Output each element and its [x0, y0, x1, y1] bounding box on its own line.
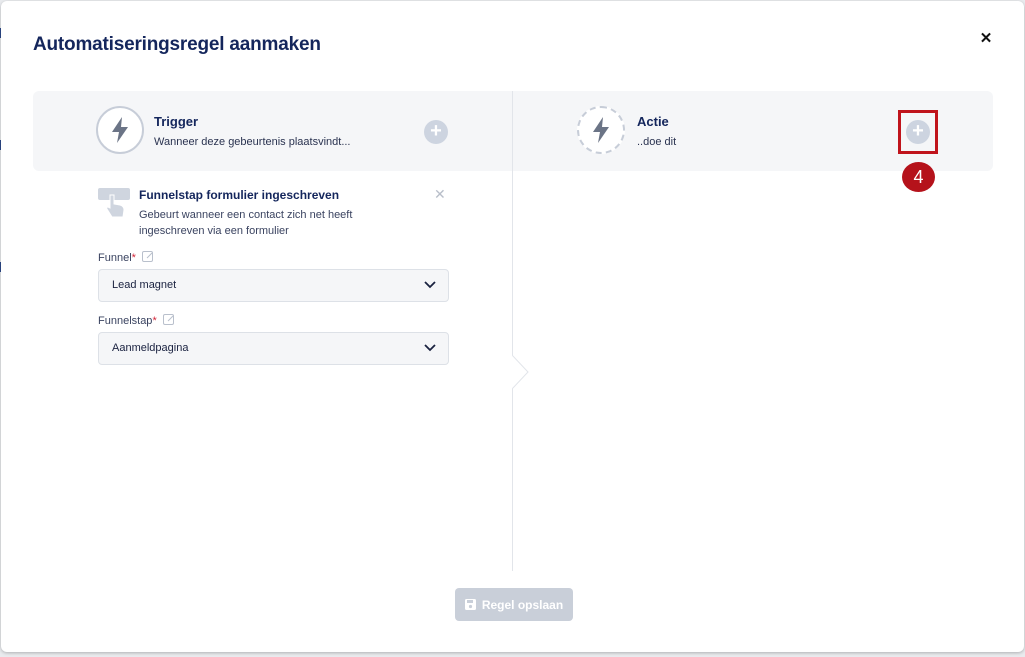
- close-icon: ✕: [979, 30, 993, 47]
- plus-icon: +: [430, 120, 442, 142]
- action-subtitle: ..doe dit: [637, 136, 677, 148]
- remove-trigger-button[interactable]: ✕: [434, 186, 446, 203]
- dialog-title: Automatiseringsregel aanmaken: [33, 34, 321, 55]
- funnelstap-label-text: Funnelstap: [98, 315, 153, 327]
- action-title: Actie: [637, 114, 669, 129]
- automation-rule-dialog: Automatiseringsregel aanmaken ✕ Trigger …: [1, 1, 1024, 652]
- funnel-select[interactable]: Lead magnet: [98, 269, 449, 302]
- save-rule-button[interactable]: Regel opslaan: [455, 588, 573, 621]
- save-rule-label: Regel opslaan: [481, 597, 564, 612]
- column-divider: [512, 91, 513, 571]
- trigger-subtitle: Wanneer deze gebeurtenis plaatsvindt...: [154, 136, 351, 148]
- trigger-title: Trigger: [154, 114, 199, 129]
- save-icon: [464, 599, 476, 610]
- close-icon: ✕: [434, 186, 446, 202]
- annotation-highlight-box: [898, 110, 938, 154]
- funnel-label-text: Funnel: [98, 252, 132, 264]
- trigger-card-title: Funnelstap formulier ingeschreven: [139, 188, 340, 202]
- funnel-select-value: Lead magnet: [112, 279, 177, 291]
- chevron-down-icon: [424, 281, 436, 289]
- chevron-down-icon: [424, 344, 436, 352]
- lightning-cycle-icon: [593, 117, 609, 143]
- external-link-icon[interactable]: [162, 314, 174, 325]
- external-link-icon[interactable]: [141, 251, 153, 262]
- trigger-card-description: Gebeurt wanneer een contact zich net hee…: [139, 209, 353, 237]
- required-mark: *: [152, 315, 157, 327]
- rule-header-band: [33, 91, 993, 171]
- trigger-icon-circle: [96, 106, 144, 154]
- divider-chevron-icon: [512, 355, 529, 389]
- add-trigger-button[interactable]: +: [424, 120, 448, 144]
- funnelstap-select-value: Aanmeldpagina: [112, 342, 189, 354]
- required-mark: *: [131, 252, 136, 264]
- annotation-step-badge: 4: [902, 162, 935, 192]
- close-dialog-button[interactable]: ✕: [977, 30, 995, 48]
- funnel-label: Funnel*: [98, 251, 153, 264]
- funnelstap-select[interactable]: Aanmeldpagina: [98, 332, 449, 365]
- funnelstap-label: Funnelstap*: [98, 314, 174, 327]
- action-icon-circle: [577, 106, 625, 154]
- lightning-icon: [112, 117, 128, 143]
- hand-pointer-form-icon: [98, 188, 130, 218]
